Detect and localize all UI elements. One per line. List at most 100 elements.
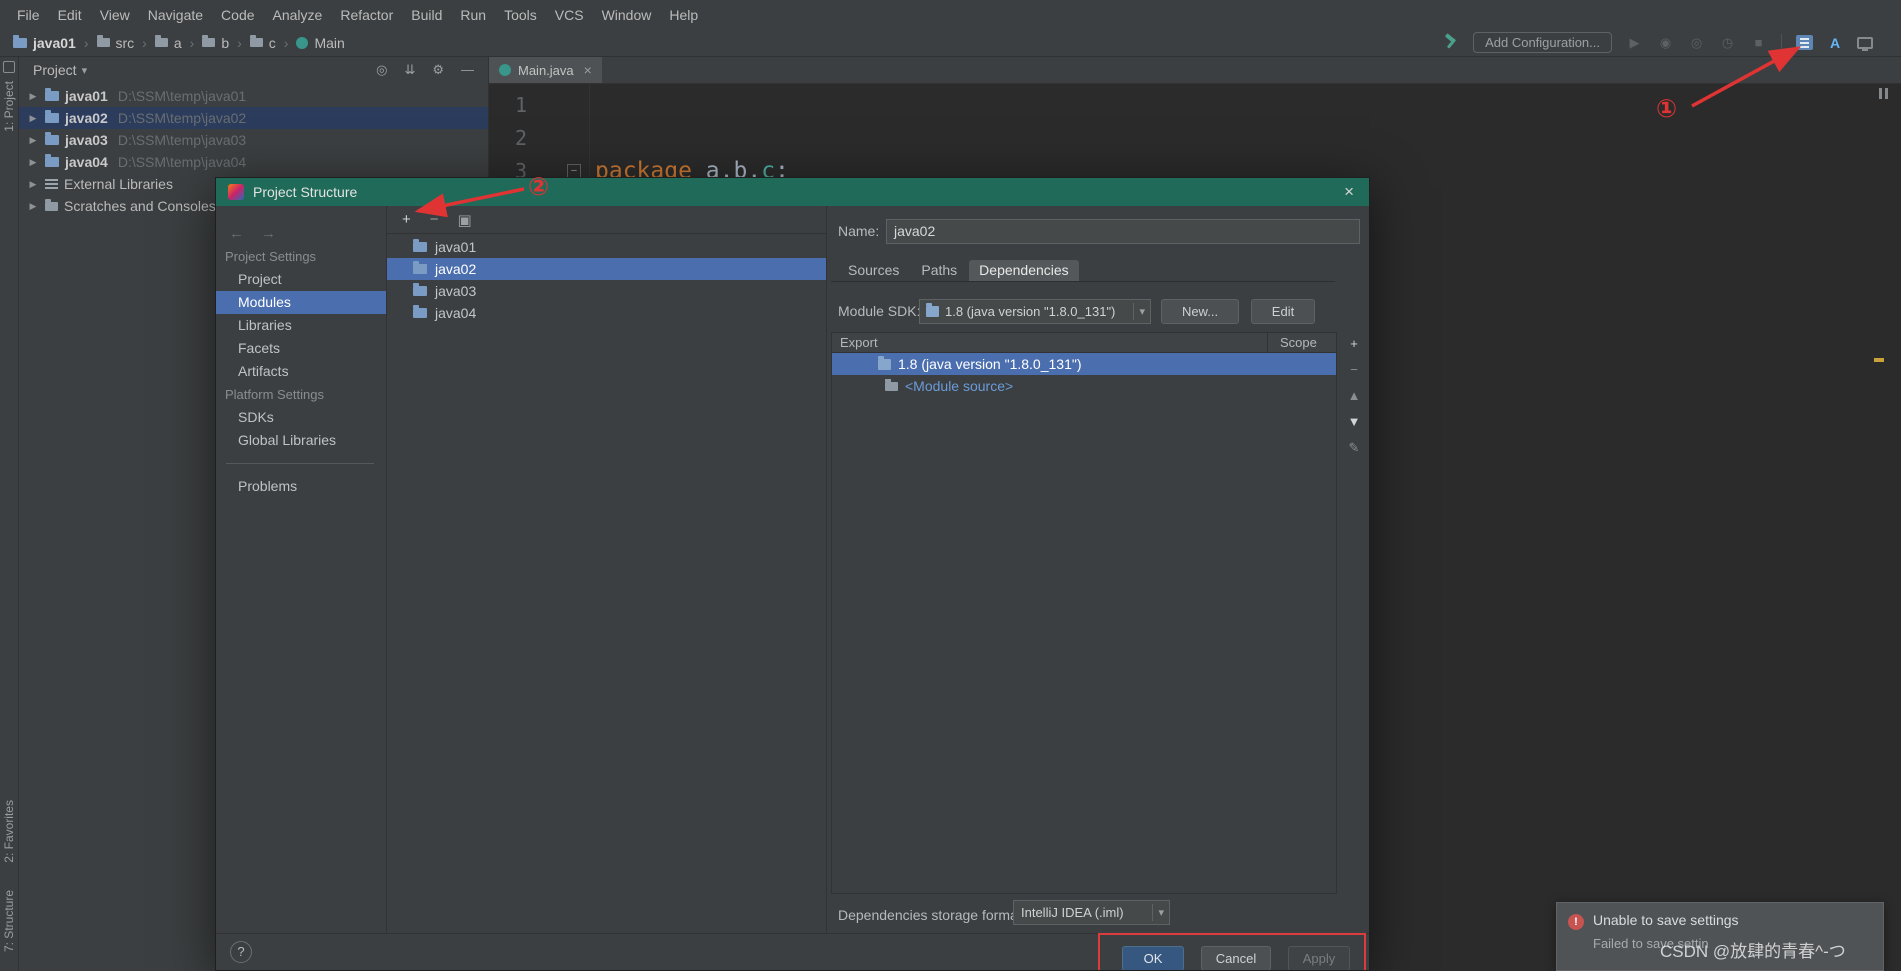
- move-up-icon[interactable]: ▲: [1348, 388, 1361, 403]
- remove-dependency-icon[interactable]: −: [1350, 362, 1358, 377]
- new-sdk-button[interactable]: New...: [1161, 299, 1239, 324]
- module-list-item-java01[interactable]: java01: [387, 236, 826, 258]
- module-name: java01: [435, 239, 477, 255]
- tree-item-java03[interactable]: ▶ java03 D:\SSM\temp\java03: [19, 129, 488, 151]
- menu-navigate[interactable]: Navigate: [139, 7, 212, 23]
- module-list-item-java04[interactable]: java04: [387, 302, 826, 324]
- add-configuration-button[interactable]: Add Configuration...: [1473, 32, 1612, 53]
- chevron-right-icon[interactable]: ▶: [27, 91, 39, 102]
- caret-down-icon[interactable]: ▾: [82, 64, 88, 77]
- menu-file[interactable]: File: [8, 7, 49, 23]
- breadcrumb-c[interactable]: c: [247, 35, 279, 51]
- help-button[interactable]: ?: [230, 941, 252, 963]
- scrollbar-warning-mark[interactable]: [1874, 358, 1884, 362]
- dependency-row-module-source[interactable]: <Module source>: [832, 375, 1336, 397]
- monitor-icon[interactable]: [1857, 36, 1873, 51]
- breadcrumb-b[interactable]: b: [199, 35, 232, 51]
- dependency-row-jdk[interactable]: 1.8 (java version "1.8.0_131"): [832, 353, 1336, 375]
- module-icon: [413, 283, 427, 296]
- back-icon[interactable]: ←: [229, 225, 244, 242]
- debug-icon[interactable]: ◉: [1657, 35, 1674, 51]
- project-view-title[interactable]: Project: [33, 62, 77, 78]
- edit-sdk-button[interactable]: Edit: [1251, 299, 1315, 324]
- chevron-right-icon[interactable]: ▶: [27, 201, 39, 212]
- breadcrumb-java01[interactable]: java01: [10, 34, 79, 51]
- remove-icon[interactable]: −: [430, 211, 439, 228]
- storage-format-label: Dependencies storage format:: [838, 907, 1026, 923]
- nav-item-modules[interactable]: Modules: [216, 291, 386, 314]
- close-icon[interactable]: ×: [1341, 182, 1357, 202]
- translate-icon[interactable]: A: [1827, 35, 1843, 51]
- menu-run[interactable]: Run: [451, 7, 495, 23]
- menu-edit[interactable]: Edit: [49, 7, 91, 23]
- tree-item-java04[interactable]: ▶ java04 D:\SSM\temp\java04: [19, 151, 488, 173]
- nav-item-problems[interactable]: Problems: [216, 475, 386, 498]
- stripe-favorites-button[interactable]: 2: Favorites: [2, 800, 16, 863]
- breadcrumb-src[interactable]: src: [94, 35, 138, 51]
- tab-main-java[interactable]: Main.java ×: [489, 57, 602, 83]
- module-name-field[interactable]: java02: [886, 219, 1360, 244]
- nav-item-facets[interactable]: Facets: [216, 337, 386, 360]
- menu-analyze[interactable]: Analyze: [264, 7, 332, 23]
- copy-icon[interactable]: ▣: [458, 211, 472, 229]
- module-sdk-select[interactable]: 1.8 (java version "1.8.0_131") ▾: [919, 299, 1151, 324]
- chevron-right-icon[interactable]: ▶: [27, 135, 39, 146]
- tree-item-java02[interactable]: ▶ java02 D:\SSM\temp\java02: [19, 107, 488, 129]
- stripe-structure-button[interactable]: 7: Structure: [2, 890, 16, 952]
- menu-help[interactable]: Help: [660, 7, 707, 23]
- add-dependency-icon[interactable]: +: [1350, 336, 1358, 351]
- annotation-highlight-rectangle: [1098, 933, 1366, 970]
- breadcrumb-a[interactable]: a: [152, 35, 185, 51]
- column-export[interactable]: Export: [840, 335, 878, 350]
- stripe-project-button[interactable]: 1: Project: [2, 81, 16, 132]
- tab-sources[interactable]: Sources: [838, 260, 909, 281]
- module-icon: [413, 305, 427, 318]
- tab-paths[interactable]: Paths: [911, 260, 967, 281]
- breadcrumb-label: a: [173, 34, 182, 51]
- dialog-title-bar[interactable]: Project Structure ×: [216, 178, 1369, 206]
- menu-window[interactable]: Window: [593, 7, 661, 23]
- menu-refactor[interactable]: Refactor: [331, 7, 402, 23]
- menu-build[interactable]: Build: [402, 7, 451, 23]
- nav-item-global-libraries[interactable]: Global Libraries: [216, 429, 386, 452]
- tab-dependencies[interactable]: Dependencies: [969, 260, 1079, 281]
- module-list-item-java02[interactable]: java02: [387, 258, 826, 280]
- collapse-all-icon[interactable]: ⇊: [404, 62, 415, 78]
- add-icon[interactable]: +: [402, 211, 411, 228]
- fold-marker-icon[interactable]: −: [567, 164, 581, 178]
- tool-window-grid-icon[interactable]: [3, 61, 15, 73]
- stop-icon[interactable]: ■: [1750, 35, 1767, 50]
- pause-indicator-icon[interactable]: [1879, 88, 1888, 99]
- profiler-icon[interactable]: ◷: [1719, 35, 1736, 51]
- menu-tools[interactable]: Tools: [495, 7, 546, 23]
- chevron-right-icon[interactable]: ▶: [27, 157, 39, 168]
- project-structure-icon[interactable]: [1796, 35, 1813, 50]
- nav-group-platform-settings: Platform Settings: [225, 387, 324, 402]
- storage-format-select[interactable]: IntelliJ IDEA (.iml) ▾: [1013, 900, 1170, 925]
- move-down-icon[interactable]: ▼: [1348, 414, 1361, 429]
- nav-item-project[interactable]: Project: [216, 268, 386, 291]
- build-hammer-icon[interactable]: [1442, 34, 1459, 51]
- chevron-right-icon[interactable]: ▶: [27, 113, 39, 124]
- module-path: D:\SSM\temp\java01: [117, 88, 247, 104]
- forward-icon[interactable]: →: [261, 225, 276, 242]
- locate-icon[interactable]: ◎: [376, 62, 387, 78]
- hide-panel-icon[interactable]: —: [461, 62, 474, 78]
- tab-label: Main.java: [518, 62, 574, 78]
- close-icon[interactable]: ×: [584, 62, 592, 78]
- nav-item-artifacts[interactable]: Artifacts: [216, 360, 386, 383]
- module-list-item-java03[interactable]: java03: [387, 280, 826, 302]
- run-icon[interactable]: ▶: [1626, 35, 1643, 51]
- edit-pencil-icon[interactable]: ✎: [1349, 440, 1360, 456]
- settings-gear-icon[interactable]: ⚙: [432, 62, 444, 78]
- column-scope[interactable]: Scope: [1280, 335, 1317, 350]
- menu-vcs[interactable]: VCS: [546, 7, 593, 23]
- chevron-right-icon[interactable]: ▶: [27, 179, 39, 190]
- nav-item-sdks[interactable]: SDKs: [216, 406, 386, 429]
- menu-view[interactable]: View: [91, 7, 139, 23]
- breadcrumb-main[interactable]: Main: [293, 35, 347, 51]
- tree-item-java01[interactable]: ▶ java01 D:\SSM\temp\java01: [19, 85, 488, 107]
- menu-code[interactable]: Code: [212, 7, 263, 23]
- coverage-icon[interactable]: ◎: [1688, 35, 1705, 51]
- nav-item-libraries[interactable]: Libraries: [216, 314, 386, 337]
